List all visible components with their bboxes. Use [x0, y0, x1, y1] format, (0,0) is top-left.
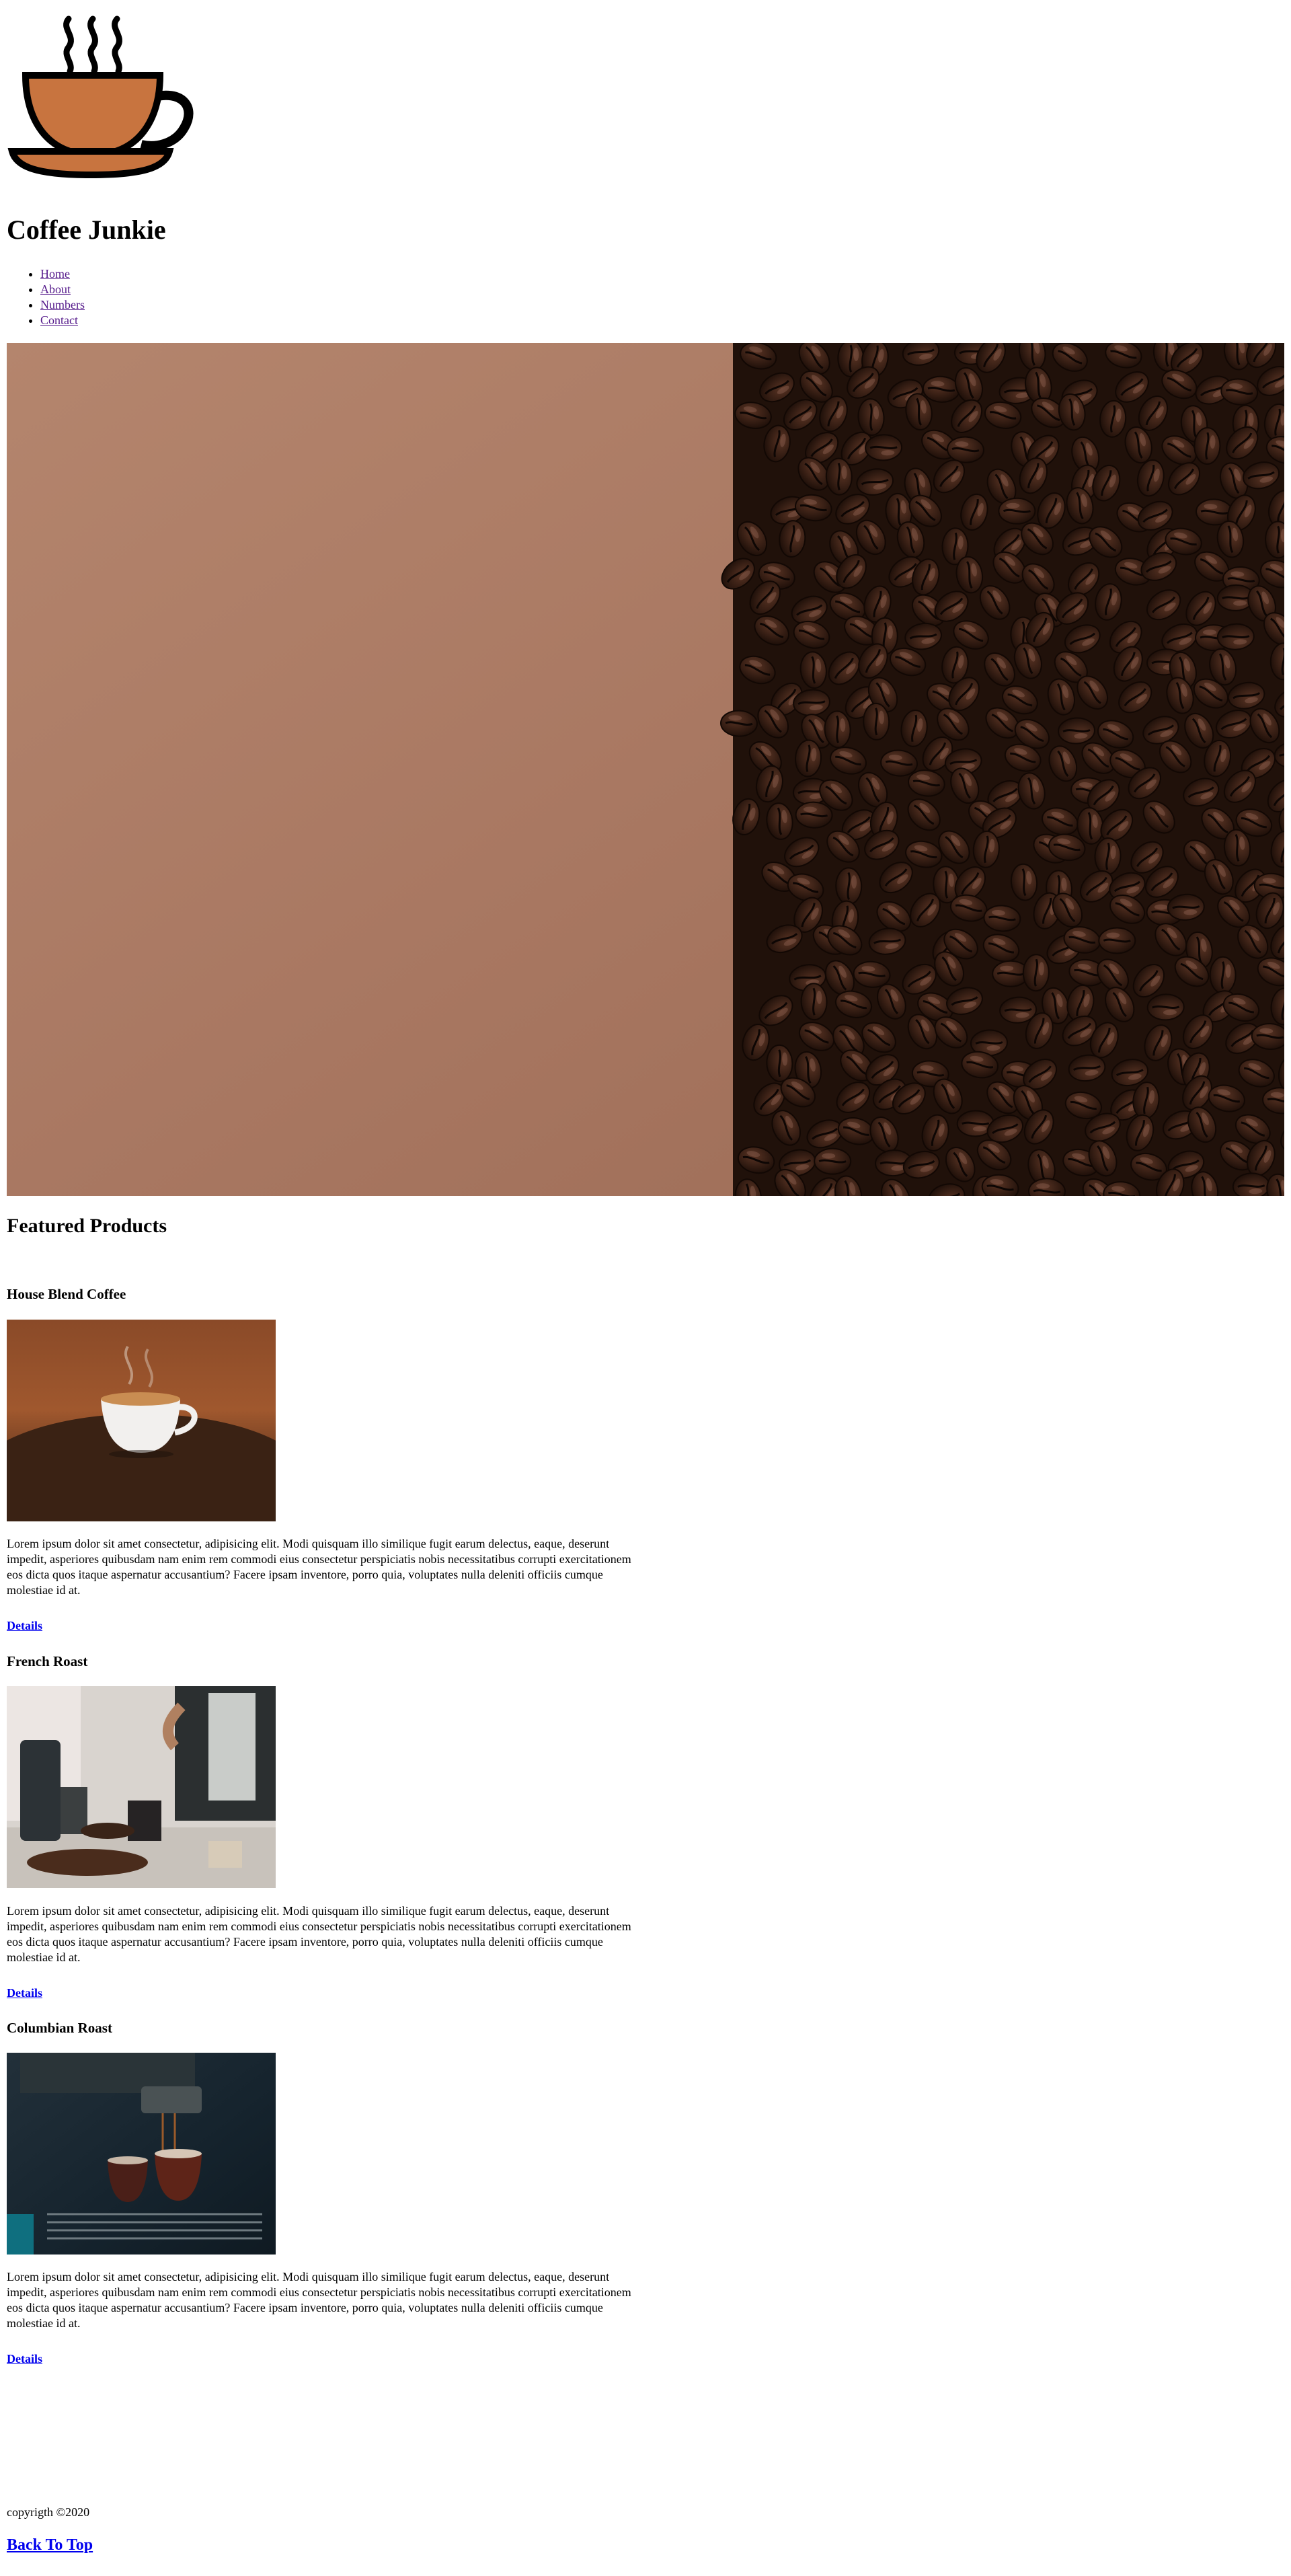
product-image-french-roast — [7, 1686, 276, 1888]
back-to-top-link[interactable]: Back To Top — [7, 2536, 93, 2554]
details-link[interactable]: Details — [7, 1987, 42, 1999]
details-link[interactable]: Details — [7, 1620, 42, 1632]
product-description: Lorem ipsum dolor sit amet consectetur, … — [7, 1537, 631, 1597]
details-link[interactable]: Details — [7, 2353, 42, 2365]
nav-item-home: Home — [40, 266, 85, 282]
product-image-columbian-roast — [7, 2053, 276, 2255]
product-title: French Roast — [7, 1653, 88, 1669]
nav-link-contact[interactable]: Contact — [40, 313, 78, 327]
nav-link-about[interactable]: About — [40, 282, 71, 296]
site-title: Coffee Junkie — [7, 215, 166, 245]
product-title: Columbian Roast — [7, 2020, 112, 2036]
nav-item-contact: Contact — [40, 313, 85, 328]
coffee-cup-logo-icon — [7, 13, 195, 179]
nav-link-home[interactable]: Home — [40, 267, 70, 280]
nav-link-numbers[interactable]: Numbers — [40, 298, 85, 311]
featured-products-heading: Featured Products — [7, 1215, 167, 1237]
product-title: House Blend Coffee — [7, 1286, 126, 1302]
hero-image — [7, 343, 1284, 1196]
back-to-top-heading: Back To Top — [7, 2537, 93, 2553]
product-image-house-blend — [7, 1320, 276, 1521]
copyright-text: copyrigth ©2020 — [7, 2505, 90, 2519]
product-description: Lorem ipsum dolor sit amet consectetur, … — [7, 1904, 631, 1964]
nav-item-about: About — [40, 282, 85, 297]
main-nav: Home About Numbers Contact — [7, 266, 85, 328]
nav-item-numbers: Numbers — [40, 297, 85, 313]
product-description: Lorem ipsum dolor sit amet consectetur, … — [7, 2270, 631, 2330]
